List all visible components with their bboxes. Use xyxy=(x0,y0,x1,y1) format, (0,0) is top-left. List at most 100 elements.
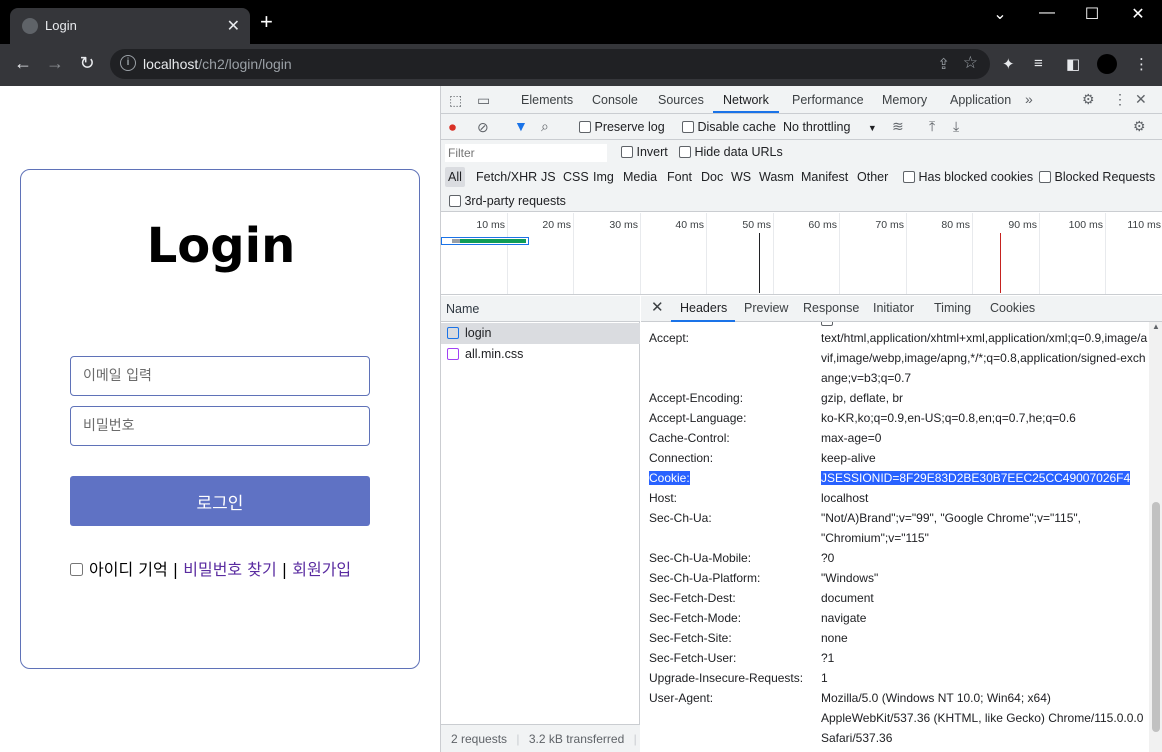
new-tab-button[interactable]: + xyxy=(260,11,273,33)
export-har-icon[interactable]: ⤓ xyxy=(953,118,959,135)
preserve-log-checkbox[interactable] xyxy=(579,121,591,133)
filter-type-all[interactable]: All xyxy=(445,167,465,187)
tab-elements[interactable]: Elements xyxy=(521,93,573,107)
profile-avatar[interactable] xyxy=(1097,54,1117,74)
tab-search-icon[interactable]: ⌄ xyxy=(985,4,1015,24)
invert-toggle[interactable]: Invert xyxy=(621,145,668,159)
timeline-tick: 60 ms xyxy=(808,219,837,231)
site-info-icon[interactable]: i xyxy=(120,55,136,71)
extensions-icon[interactable]: ✦ xyxy=(1002,55,1015,73)
settings-gear-icon[interactable]: ⚙ xyxy=(1082,91,1095,108)
tab-memory[interactable]: Memory xyxy=(882,93,927,107)
scroll-thumb[interactable] xyxy=(1152,502,1160,732)
find-password-link[interactable]: 비밀번호 찾기 xyxy=(183,560,276,579)
filter-type-img[interactable]: Img xyxy=(593,170,614,184)
forward-icon[interactable]: → xyxy=(44,53,66,74)
tab-application[interactable]: Application xyxy=(950,93,1011,107)
more-tabs-icon[interactable]: » xyxy=(1025,91,1033,107)
blocked-requests-checkbox[interactable] xyxy=(1039,171,1051,183)
preserve-log-toggle[interactable]: Preserve log xyxy=(579,120,665,134)
hide-data-urls-checkbox[interactable] xyxy=(679,146,691,158)
signup-link[interactable]: 회원가입 xyxy=(292,560,351,579)
bookmark-star-icon[interactable]: ☆ xyxy=(963,53,978,73)
tab-performance[interactable]: Performance xyxy=(792,93,864,107)
share-icon[interactable]: ⇪ xyxy=(937,55,950,73)
filter-type-fetch[interactable]: Fetch/XHR xyxy=(476,170,537,184)
name-column-header[interactable]: Name xyxy=(441,296,640,322)
clear-icon[interactable]: ⊘ xyxy=(477,119,489,136)
filter-type-manifest[interactable]: Manifest xyxy=(801,170,848,184)
globe-icon xyxy=(22,18,38,34)
remember-row: 아이디 기억 | 비밀번호 찾기 | 회원가입 xyxy=(70,556,351,580)
address-bar[interactable]: i localhost/ch2/login/login ⇪ ☆ xyxy=(110,49,990,79)
disable-cache-checkbox[interactable] xyxy=(682,121,694,133)
close-tab-icon[interactable]: ✕ xyxy=(227,16,240,36)
timeline-tick: 30 ms xyxy=(609,219,638,231)
disable-cache-toggle[interactable]: Disable cache xyxy=(682,120,776,134)
side-panel-icon[interactable]: ◧ xyxy=(1066,55,1080,73)
timeline-tick: 80 ms xyxy=(941,219,970,231)
scroll-up-arrow-icon[interactable]: ▲ xyxy=(1152,322,1160,331)
tab-console[interactable]: Console xyxy=(592,93,638,107)
import-har-icon[interactable]: ⤒ xyxy=(929,118,935,135)
customize-menu-icon[interactable]: ⋮ xyxy=(1113,91,1127,108)
has-blocked-cookies-toggle[interactable]: Has blocked cookies xyxy=(903,170,1033,184)
tab-sources[interactable]: Sources xyxy=(658,93,704,107)
filter-type-doc[interactable]: Doc xyxy=(701,170,723,184)
has-blocked-cookies-checkbox[interactable] xyxy=(903,171,915,183)
filter-type-wasm[interactable]: Wasm xyxy=(759,170,794,184)
request-row-css[interactable]: all.min.css xyxy=(441,344,640,365)
inspect-element-icon[interactable]: ⬚ xyxy=(449,92,462,109)
tab-response[interactable]: Response xyxy=(803,301,859,315)
separator: | xyxy=(172,560,179,579)
browser-titlebar: Login ✕ + ⌄ — ☐ ✕ xyxy=(0,0,1162,44)
timeline-tick: 100 ms xyxy=(1068,219,1103,231)
filter-type-other[interactable]: Other xyxy=(857,170,888,184)
filter-type-font[interactable]: Font xyxy=(667,170,692,184)
throttling-select[interactable]: No throttling ▼ xyxy=(783,120,877,134)
filter-type-ws[interactable]: WS xyxy=(731,170,751,184)
login-button[interactable]: 로그인 xyxy=(70,476,370,526)
tab-preview[interactable]: Preview xyxy=(744,301,788,315)
tab-cookies[interactable]: Cookies xyxy=(990,301,1035,315)
request-row-login[interactable]: login xyxy=(441,323,640,344)
filter-funnel-icon[interactable]: ▼ xyxy=(514,118,528,134)
tab-headers[interactable]: Headers xyxy=(680,301,727,315)
media-control-icon[interactable]: ≡ xyxy=(1034,55,1043,72)
record-stop-icon[interactable]: ⏺ xyxy=(449,119,456,136)
timeline-tick: 50 ms xyxy=(742,219,771,231)
tab-timing[interactable]: Timing xyxy=(934,301,971,315)
hide-data-urls-toggle[interactable]: Hide data URLs xyxy=(679,145,783,159)
network-overview-timeline[interactable]: 10 ms 20 ms 30 ms 40 ms 50 ms 60 ms 70 m… xyxy=(441,213,1162,295)
password-input[interactable] xyxy=(70,406,370,446)
page-viewport: Login 로그인 아이디 기억 | 비밀번호 찾기 | 회원가입 xyxy=(0,86,440,752)
tab-network[interactable]: Network xyxy=(723,93,769,107)
close-detail-icon[interactable]: ✕ xyxy=(651,298,664,316)
filter-input[interactable] xyxy=(445,144,607,162)
headers-scrollbar[interactable]: ▲ xyxy=(1149,322,1162,752)
filter-type-media[interactable]: Media xyxy=(623,170,657,184)
third-party-toggle[interactable]: 3rd-party requests xyxy=(449,194,566,208)
search-icon[interactable]: ⌕ xyxy=(541,118,549,135)
close-window-button[interactable]: ✕ xyxy=(1123,4,1153,24)
tab-initiator[interactable]: Initiator xyxy=(873,301,914,315)
third-party-checkbox[interactable] xyxy=(449,195,461,207)
blocked-requests-toggle[interactable]: Blocked Requests xyxy=(1039,170,1155,184)
back-icon[interactable]: ← xyxy=(12,53,34,74)
chrome-menu-icon[interactable]: ⋮ xyxy=(1134,55,1149,73)
network-settings-icon[interactable]: ⚙ xyxy=(1133,118,1146,135)
request-list: Name login all.min.css 2 requests | 3.2 … xyxy=(441,296,640,752)
maximize-button[interactable]: ☐ xyxy=(1077,4,1107,24)
remember-id-checkbox[interactable] xyxy=(70,563,83,576)
device-toolbar-icon[interactable]: ▭ xyxy=(477,92,490,109)
close-devtools-icon[interactable]: ✕ xyxy=(1135,91,1147,108)
email-input[interactable] xyxy=(70,356,370,396)
invert-checkbox[interactable] xyxy=(621,146,633,158)
filter-type-css[interactable]: CSS xyxy=(563,170,589,184)
minimize-button[interactable]: — xyxy=(1032,4,1062,22)
raw-toggle-checkbox[interactable] xyxy=(821,322,833,326)
browser-tab[interactable]: Login ✕ xyxy=(10,8,250,44)
reload-icon[interactable]: ↻ xyxy=(76,53,98,74)
filter-type-js[interactable]: JS xyxy=(541,170,556,184)
network-conditions-icon[interactable]: ≋ xyxy=(892,118,904,135)
